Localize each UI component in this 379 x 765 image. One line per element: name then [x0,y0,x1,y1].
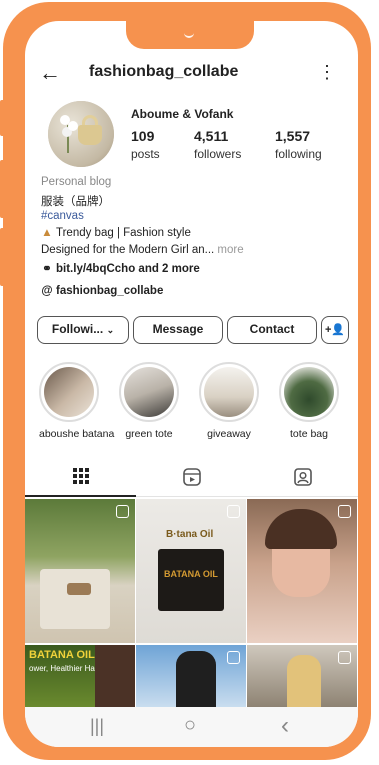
phone-side-button [0,228,5,286]
stat-value: 4,511 [194,128,229,144]
camera-notch [126,21,254,49]
reel-badge-icon [338,505,351,518]
tab-reels[interactable] [136,459,247,497]
hair-shape [265,509,337,549]
stat-value: 1,557 [275,128,311,144]
tab-posts-grid[interactable] [25,459,136,497]
following-count[interactable]: 1,557 following [275,128,322,161]
highlight-giveaway[interactable]: giveaway [199,362,259,440]
reels-icon [182,468,201,486]
notch-indicator [184,33,194,38]
reel-badge-icon [227,651,240,664]
highlight-ring [119,362,179,422]
system-nav-bar: ||| ○ ‹ [25,707,358,747]
highlight-cover [44,367,94,417]
highlight-aboushe-batana[interactable]: aboushe batana [39,362,115,440]
link-text: bit.ly/4bqCcho and 2 more [56,263,200,275]
back-arrow-icon[interactable]: ← [39,61,61,85]
highlight-ring [279,362,339,422]
person-shape [176,651,216,707]
reel-badge-icon [116,505,129,518]
followers-count[interactable]: 4,511 followers [194,128,241,161]
threads-badge[interactable]: @ fashionbag_collabe [41,285,163,297]
chevron-down-icon: ⌄ [106,325,115,335]
stat-label: followers [194,147,242,161]
bio-link[interactable]: ⚭ bit.ly/4bqCcho and 2 more [41,261,200,275]
post-banner-sub: ower, Healthier Hair [29,664,100,673]
profile-category: Personal blog [41,176,112,188]
post-banner-title: BATANA OIL [29,649,95,661]
bio-hashtag[interactable]: #canvas [41,210,84,222]
phone-side-button [0,160,5,218]
hair-photo [95,645,135,707]
reel-badge-icon [227,505,240,518]
tagged-icon [293,468,312,486]
post-tile[interactable] [25,499,135,643]
following-button[interactable]: Followi... ⌄ [37,316,129,344]
highlight-cover [204,367,254,417]
avatar-flower-stem [67,125,69,153]
grid-icon [72,468,89,484]
highlight-label: green tote [125,428,173,440]
product-box [158,549,224,611]
stat-label: posts [131,147,160,161]
phone-side-button [0,100,5,136]
bag-tag-shape [67,583,91,595]
bio-line: Designed for the Modern Girl an... more [41,244,244,256]
highlight-label: tote bag [290,428,328,440]
app-screen: ← fashionbag_collabe ⋮ Aboume & Vofank 1… [25,21,358,747]
following-label: Followi... [51,322,104,336]
bio-line: 服装（品牌） [41,196,110,208]
profile-handle: fashionbag_collabe [89,63,239,80]
display-name: Aboume & Vofank [131,107,234,121]
add-person-button[interactable]: +👤 [321,316,349,344]
kebab-menu-icon[interactable]: ⋮ [318,60,336,84]
home-icon[interactable]: ○ [184,714,196,737]
post-tile[interactable] [247,499,357,643]
post-tile[interactable]: B·tana Oil BATANA OIL [136,499,246,643]
avatar[interactable] [48,101,114,167]
highlight-ring [199,362,259,422]
add-person-icon: +👤 [324,324,346,336]
highlight-label: aboushe batana [39,428,115,440]
profile-tabs [25,459,358,497]
profile-header: ← fashionbag_collabe ⋮ [25,59,358,89]
avatar-bag [78,125,102,145]
post-tile[interactable] [136,645,246,707]
more-link[interactable]: more [214,244,243,256]
highlight-ring [39,362,99,422]
message-button[interactable]: Message [133,316,223,344]
bio-text: Designed for the Modern Girl an... [41,244,215,256]
highlight-label: giveaway [207,428,251,440]
posts-count[interactable]: 109 posts [131,128,160,161]
bio-line: ▲ Trendy bag | Fashion style [41,227,191,239]
bio-text: Trendy bag | Fashion style [56,227,191,239]
highlight-tote-bag[interactable]: tote bag [279,362,339,440]
avatar-flower [60,115,70,125]
highlight-green-tote[interactable]: green tote [119,362,179,440]
reel-badge-icon [338,651,351,664]
back-nav-icon[interactable]: ‹ [281,712,289,740]
post-tile[interactable] [247,645,357,707]
stat-label: following [275,147,322,161]
threads-icon: @ [41,285,53,297]
contact-button[interactable]: Contact [227,316,317,344]
recents-icon[interactable]: ||| [90,716,104,737]
highlight-cover [284,367,334,417]
product-label-text: BATANA OIL [164,569,218,579]
product-brand-text: B·tana Oil [166,529,214,540]
tab-tagged[interactable] [247,459,358,497]
threads-handle: fashionbag_collabe [56,285,164,297]
shopping-bag-icon: ▲ [41,227,53,239]
link-icon: ⚭ [42,263,52,275]
tote-bag-shape [40,569,110,629]
person-shape [287,655,321,707]
highlight-cover [124,367,174,417]
stat-value: 109 [131,128,155,144]
post-tile[interactable]: BATANA OIL ower, Healthier Hair [25,645,135,707]
